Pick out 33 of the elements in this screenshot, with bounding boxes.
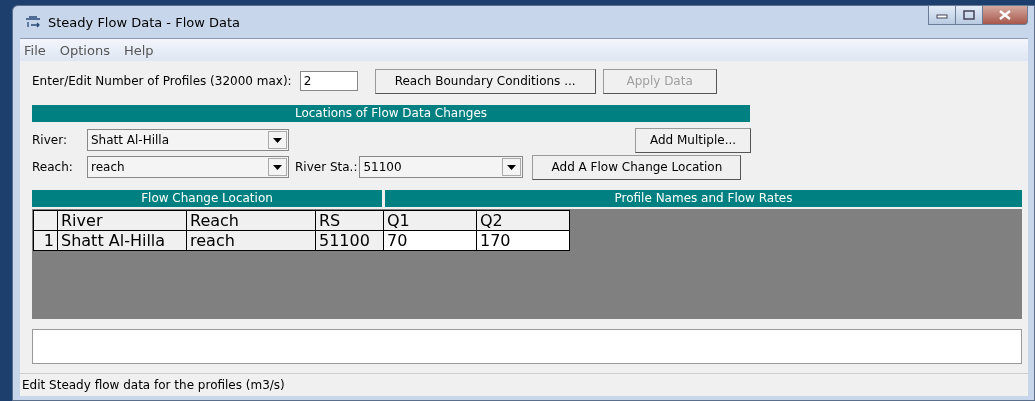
minimize-icon[interactable]	[936, 11, 948, 19]
corner-cell	[33, 210, 58, 231]
menu-item[interactable]: File	[24, 42, 46, 58]
boundary-conditions-button[interactable]: Reach Boundary Conditions ...	[374, 68, 596, 94]
close-button[interactable]	[983, 5, 1028, 25]
window-title: Steady Flow Data - Flow Data	[48, 14, 241, 30]
status-bar: Edit Steady flow data for the profiles (m3/s)	[20, 373, 1028, 396]
column-header: RS	[315, 210, 384, 231]
column-header: Reach	[186, 210, 316, 231]
group-header: Flow Change Location	[32, 190, 382, 207]
river-label: River:	[32, 133, 68, 147]
column-header: Q2	[476, 210, 570, 231]
reach-dropdown[interactable]: reach	[87, 156, 289, 178]
profiles-count-field[interactable]: 2	[299, 71, 358, 91]
menu-item[interactable]: Options	[59, 42, 110, 58]
minimize-button[interactable]	[928, 5, 956, 25]
menu-item[interactable]: Help	[123, 42, 154, 58]
add-flow-change-location-button[interactable]: Add A Flow Change Location	[532, 154, 742, 180]
add-multiple-button[interactable]: Add Multiple...	[635, 127, 751, 153]
maximize-button[interactable]	[956, 5, 983, 25]
close-icon[interactable]	[998, 10, 1012, 20]
river-dropdown[interactable]: Shatt Al-Hilla	[87, 129, 289, 151]
profiles-label: Enter/Edit Number of Profiles (32000 max):	[32, 74, 292, 88]
river-station-dropdown[interactable]: 51100	[359, 156, 524, 178]
column-header: Q1	[383, 210, 477, 231]
maximize-icon[interactable]	[963, 10, 975, 20]
column-header: River	[57, 210, 187, 231]
river-station-label: River Sta.:	[295, 160, 358, 174]
row-number: 1	[33, 230, 58, 251]
flow-icon	[24, 16, 42, 28]
reach-label: Reach:	[32, 160, 74, 174]
group-header: Profile Names and Flow Rates	[385, 190, 1022, 207]
section-header: Locations of Flow Data Changes	[32, 105, 750, 122]
